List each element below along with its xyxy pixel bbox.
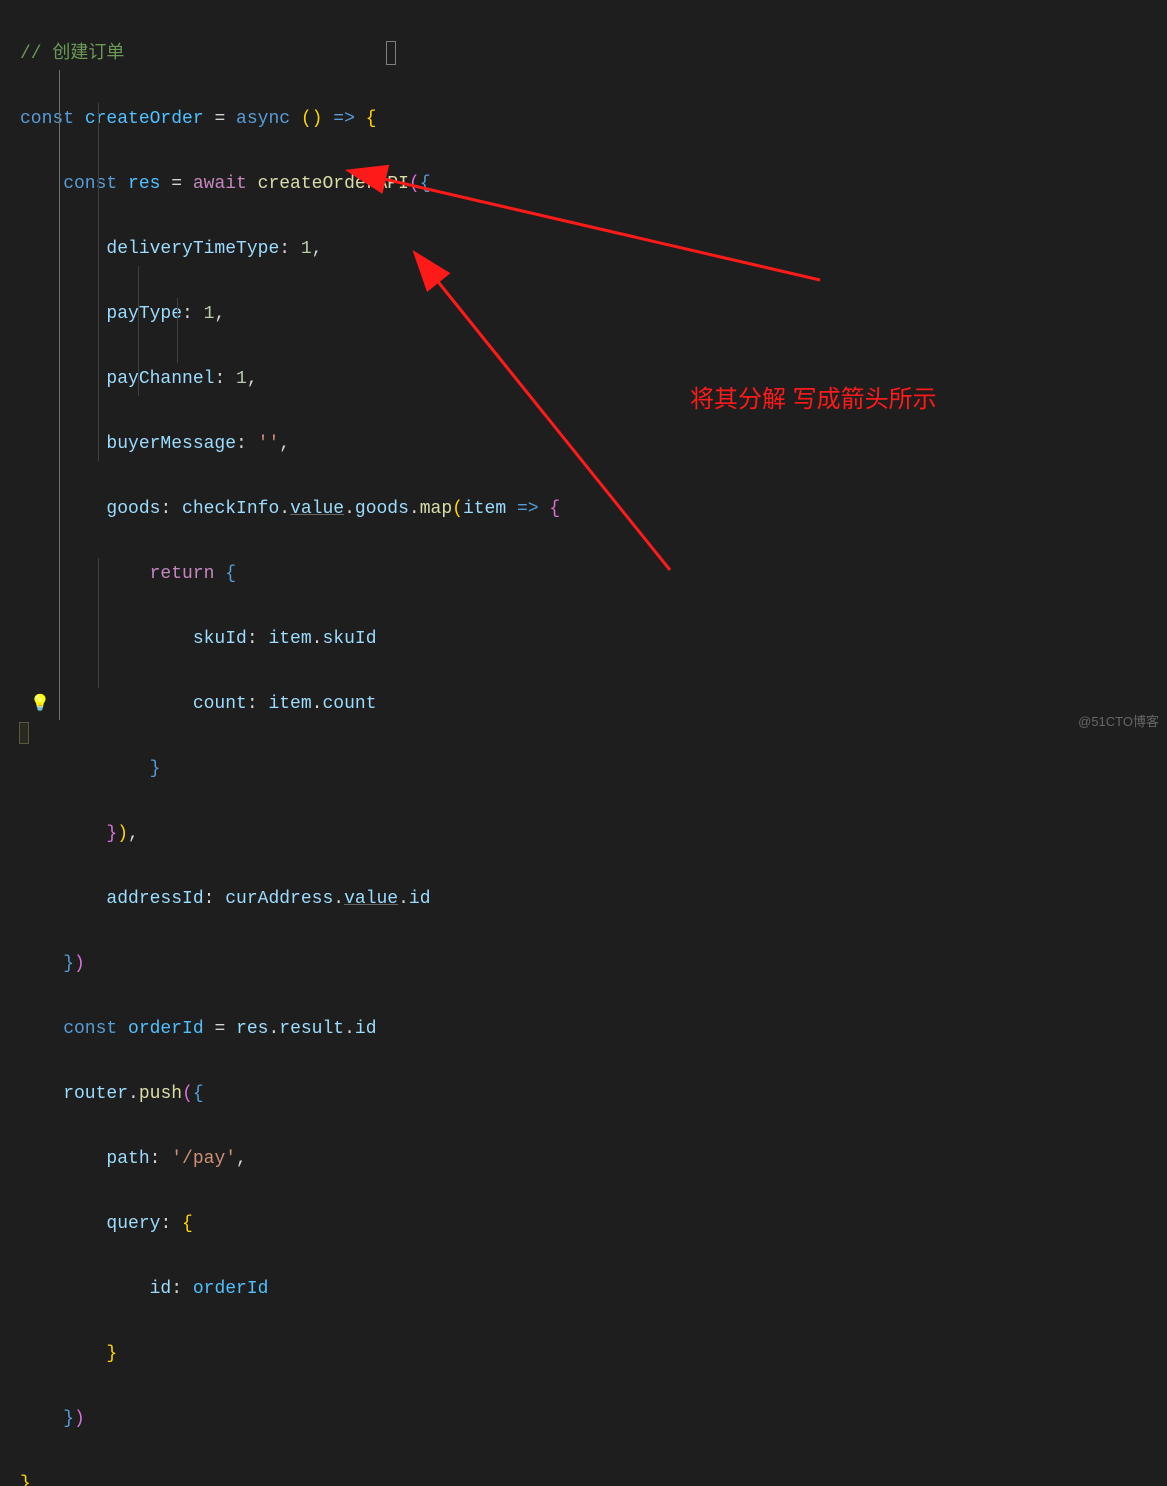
indent-guide xyxy=(98,558,99,688)
lightbulb-icon[interactable]: 💡 xyxy=(30,688,50,721)
kw-await: await xyxy=(193,174,258,194)
prop-payType: payType xyxy=(20,304,182,324)
prop-count: count xyxy=(20,694,247,714)
indent-guide xyxy=(177,298,178,363)
prop-query: query xyxy=(20,1214,160,1234)
cursor-box xyxy=(386,41,396,65)
fn-name: createOrder xyxy=(85,109,204,129)
prop-id: id xyxy=(20,1279,171,1299)
prop-addressId: addressId xyxy=(20,889,204,909)
brace-highlight xyxy=(19,722,29,744)
prop-buyerMessage: buyerMessage xyxy=(20,434,236,454)
prop-path: path xyxy=(20,1149,150,1169)
indent-guide xyxy=(98,103,99,461)
annotation-text: 将其分解 写成箭头所示 xyxy=(690,384,937,417)
prop-payChannel: payChannel xyxy=(20,369,214,389)
router: router xyxy=(20,1084,128,1104)
kw-const: const xyxy=(20,1019,128,1039)
indent-guide xyxy=(138,266,139,396)
indent-guide xyxy=(59,70,60,720)
watermark: @51CTO博客 xyxy=(1078,706,1159,739)
prop-skuId: skuId xyxy=(20,629,247,649)
kw-return: return xyxy=(20,564,225,584)
prop-goods: goods xyxy=(20,499,160,519)
kw-const: const xyxy=(20,109,85,129)
comment: // 创建订单 xyxy=(20,44,124,64)
kw-const: const xyxy=(20,174,128,194)
code-editor[interactable]: // 创建订单 const createOrder = async () => … xyxy=(0,0,1167,1486)
kw-async: async xyxy=(236,109,301,129)
